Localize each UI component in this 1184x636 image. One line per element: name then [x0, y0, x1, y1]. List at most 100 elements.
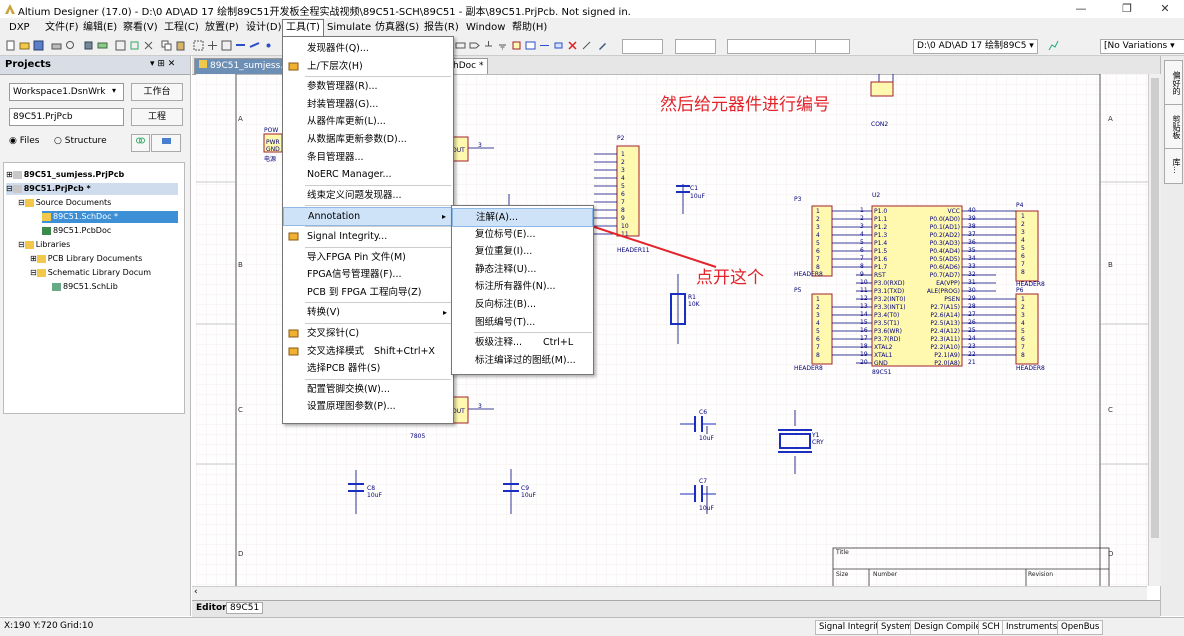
- tree-item[interactable]: 89C51.PcbDoc: [42, 225, 111, 237]
- project-path-combo[interactable]: D:\0 AD\AD 17 绘制89C5 ▾: [913, 39, 1038, 54]
- maximize-button[interactable]: ❐: [1112, 0, 1142, 18]
- select-icon[interactable]: [193, 40, 204, 51]
- tools-menu-item-12[interactable]: Annotation ▸: [283, 207, 453, 227]
- close-button[interactable]: ✕: [1150, 0, 1180, 18]
- tools-menu-item-22[interactable]: 交叉探针(C): [283, 325, 453, 342]
- tools-menu-item-23[interactable]: 交叉选择模式 Shift+Ctrl+X: [283, 343, 453, 360]
- pen-icon[interactable]: [597, 40, 608, 51]
- annotation-submenu-item-5[interactable]: 反向标注(B)...: [452, 296, 593, 313]
- minimize-button[interactable]: —: [1066, 0, 1096, 18]
- link-button[interactable]: [131, 134, 150, 152]
- workspace-select[interactable]: Workspace1.DsnWrk: [9, 83, 124, 101]
- scroll-left-icon[interactable]: ‹: [194, 587, 198, 597]
- tools-menu-item-20[interactable]: 转换(V) ▸: [283, 304, 453, 321]
- font-combo[interactable]: [622, 39, 663, 54]
- radio-structure[interactable]: ○ Structure: [54, 136, 107, 146]
- tree-item[interactable]: 89C51.SchDoc *: [42, 211, 178, 223]
- chart-tool-icon[interactable]: [1048, 40, 1059, 51]
- tools-menu-item-3[interactable]: 参数管理器(R)...: [283, 78, 453, 95]
- radio-files[interactable]: ◉ Files: [9, 136, 39, 146]
- netlabel-icon[interactable]: [455, 40, 466, 51]
- tools-menu-item-7[interactable]: 条目管理器...: [283, 149, 453, 166]
- menu-dxp[interactable]: DXP: [6, 20, 33, 35]
- menu-simulator[interactable]: 仿真器(S): [372, 20, 422, 35]
- zoom-fit-icon[interactable]: [115, 40, 126, 51]
- tree-item[interactable]: ⊟ Schematic Library Docum: [30, 267, 151, 279]
- wire-icon[interactable]: [235, 40, 246, 51]
- project-options-button[interactable]: [151, 134, 181, 152]
- size-combo[interactable]: [675, 39, 716, 54]
- tree-item[interactable]: ⊞ 89C51_sumjess.PrjPcb: [6, 169, 124, 181]
- tree-item[interactable]: ⊟ Libraries: [18, 239, 70, 251]
- ground-icon[interactable]: [497, 40, 508, 51]
- tools-menu-item-24[interactable]: 选择PCB 器件(S): [283, 360, 453, 377]
- harness-icon[interactable]: [553, 40, 564, 51]
- deselect-icon[interactable]: [221, 40, 232, 51]
- menu-design[interactable]: 设计(D): [243, 20, 285, 35]
- tools-menu-item-26[interactable]: 配置管脚交换(W)...: [283, 381, 453, 398]
- panel-sch[interactable]: SCH: [978, 620, 1004, 635]
- port-icon[interactable]: [469, 40, 480, 51]
- menu-view[interactable]: 察看(V): [120, 20, 161, 35]
- panel-instruments[interactable]: Instruments: [1002, 620, 1062, 635]
- tree-item[interactable]: ⊟ Source Documents: [18, 197, 111, 209]
- project-field[interactable]: 89C51.PrjPcb: [9, 108, 124, 126]
- menu-file[interactable]: 文件(F): [42, 20, 82, 35]
- tab-clipboard[interactable]: 剪贴板: [1164, 104, 1183, 150]
- annotation-submenu-item-0[interactable]: 注解(A)...: [452, 208, 593, 227]
- menu-place[interactable]: 放置(P): [202, 20, 242, 35]
- vertical-scrollbar[interactable]: [1148, 74, 1161, 586]
- annotation-submenu-item-1[interactable]: 复位标号(E)...: [452, 226, 593, 243]
- annotation-submenu-item-8[interactable]: 板级注释... Ctrl+L: [452, 334, 593, 351]
- tools-menu-item-10[interactable]: 线束定义问题发现器...: [283, 187, 453, 204]
- tools-menu-item-18[interactable]: PCB 到 FPGA 工程向导(Z): [283, 284, 453, 301]
- print-icon[interactable]: [51, 40, 62, 51]
- panel-openbus[interactable]: OpenBus: [1057, 620, 1104, 635]
- menu-window[interactable]: Window: [463, 20, 508, 35]
- panel-controls-icon[interactable]: ▾ ⊞ ✕: [150, 59, 175, 69]
- annotation-submenu-item-9[interactable]: 标注编译过的图纸(M)...: [452, 352, 593, 369]
- component-icon[interactable]: [83, 40, 94, 51]
- save-icon[interactable]: [33, 40, 44, 51]
- sheet-entry-icon[interactable]: [539, 40, 550, 51]
- tab-libraries[interactable]: 库...: [1164, 148, 1183, 184]
- tree-item[interactable]: ⊟ 89C51.PrjPcb *: [6, 183, 178, 195]
- tab-favorites[interactable]: 偏好的: [1164, 60, 1183, 106]
- tools-menu-item-6[interactable]: 从数据库更新参数(D)...: [283, 131, 453, 148]
- power-port-icon[interactable]: [483, 40, 494, 51]
- project-button[interactable]: 工程: [131, 108, 183, 126]
- tree-item[interactable]: 89C51.SchLib: [52, 281, 118, 293]
- tools-menu-item-27[interactable]: 设置原理图参数(P)...: [283, 398, 453, 415]
- move-icon[interactable]: [207, 40, 218, 51]
- layers-icon[interactable]: [97, 40, 108, 51]
- copy-icon[interactable]: [161, 40, 172, 51]
- annotation-submenu-item-4[interactable]: 标注所有器件(N)...: [452, 278, 593, 295]
- paste-icon[interactable]: [175, 40, 186, 51]
- menu-simulate[interactable]: Simulate: [324, 20, 374, 35]
- menu-project[interactable]: 工程(C): [161, 20, 202, 35]
- bus-icon[interactable]: [249, 40, 260, 51]
- tools-menu-item-17[interactable]: FPGA信号管理器(F)...: [283, 266, 453, 283]
- tools-menu-item-5[interactable]: 从器件库更新(L)...: [283, 113, 453, 130]
- directive-icon[interactable]: [581, 40, 592, 51]
- menu-reports[interactable]: 报告(R): [421, 20, 462, 35]
- tab-89c51-schdoc[interactable]: hDoc *: [448, 58, 489, 74]
- zoom-area-icon[interactable]: [129, 40, 140, 51]
- cut-icon[interactable]: [143, 40, 154, 51]
- tools-menu-item-8[interactable]: NoERC Manager...: [283, 166, 453, 183]
- style-combo[interactable]: [727, 39, 818, 54]
- tools-menu-item-4[interactable]: 封装管理器(G)...: [283, 96, 453, 113]
- tools-menu-item-16[interactable]: 导入FPGA Pin 文件(M): [283, 249, 453, 266]
- annotation-submenu-item-3[interactable]: 静态注释(U)...: [452, 261, 593, 278]
- menu-help[interactable]: 帮助(H): [509, 20, 550, 35]
- sheet-symbol-icon[interactable]: [525, 40, 536, 51]
- annotation-submenu-item-2[interactable]: 复位重复(I)...: [452, 243, 593, 260]
- tools-menu-item-1[interactable]: 上/下层次(H): [283, 58, 453, 75]
- annotation-submenu-item-6[interactable]: 图纸编号(T)...: [452, 314, 593, 331]
- open-folder-icon[interactable]: [19, 40, 30, 51]
- zoom-icon[interactable]: [65, 40, 76, 51]
- chevron-down-icon[interactable]: ▾: [112, 86, 116, 95]
- part-icon[interactable]: [511, 40, 522, 51]
- snap-combo[interactable]: [815, 39, 850, 54]
- tree-item[interactable]: ⊞ PCB Library Documents: [30, 253, 142, 265]
